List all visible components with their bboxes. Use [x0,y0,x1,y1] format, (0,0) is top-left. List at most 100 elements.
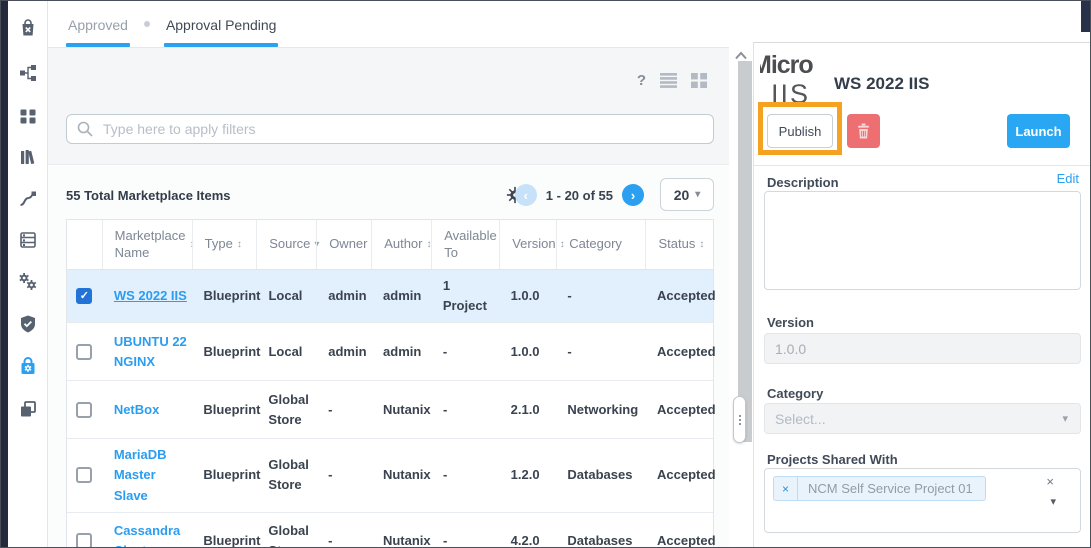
marketplace-item-link[interactable]: WS 2022 IIS [114,288,187,303]
table-row[interactable]: MariaDB Master Slave Blueprint Global St… [67,439,713,512]
grid-view-icon[interactable] [691,73,707,88]
version-field: 1.0.0 [764,333,1081,364]
prev-page-button[interactable]: ‹ [515,184,537,206]
row-checkbox[interactable] [76,344,92,360]
tab-approved-label: Approved [66,17,130,43]
filter-section: ? [48,48,729,165]
policy-shield-icon[interactable] [17,313,39,335]
marketplace-manager-lock-icon[interactable] [17,355,39,377]
cell-status: Accepted [645,525,713,548]
item-logo: Micro IIS [760,52,822,105]
cell-type: Blueprint [191,394,256,426]
panel-divider [754,165,1090,166]
cell-author: Nutanix [371,459,431,491]
header-marketplace-name[interactable]: Marketplace Name↕ [102,220,192,269]
tab-approval-pending-underline [164,43,279,47]
cell-available-to: - [431,394,499,426]
help-icon[interactable]: ? [637,72,646,89]
cell-category: - [555,336,645,368]
infrastructure-icon[interactable] [17,229,39,251]
marketplace-item-link[interactable]: NetBox [114,402,160,417]
sort-icon: ↕ [237,238,242,251]
header-author[interactable]: Author↕ [371,220,431,269]
marketplace-bag-icon[interactable] [17,17,39,39]
cell-status: Accepted [645,394,713,426]
cell-source: Local [256,280,316,312]
projects-multiselect[interactable]: × NCM Self Service Project 01 × ▾ [764,468,1081,533]
total-items-label: 55 Total Marketplace Items [66,188,231,203]
splitter-drag-handle[interactable] [733,396,746,443]
tab-approval-pending[interactable]: Approval Pending [164,0,279,47]
marketplace-manager-window: Approved Approval Pending ? [0,0,1091,548]
services-gears-icon[interactable] [17,271,39,293]
description-textarea[interactable] [764,191,1081,290]
trash-icon [856,123,871,139]
item-logo-text-1: Micro [760,52,822,79]
next-page-button[interactable]: › [622,184,644,206]
row-checkbox[interactable] [76,402,92,418]
library-icon[interactable] [17,146,39,168]
cell-type: Blueprint [191,280,256,312]
row-checkbox[interactable] [76,467,92,483]
header-source[interactable]: Source▾ [256,220,316,269]
topology-icon[interactable] [17,62,39,84]
header-version[interactable]: Version↕ [499,220,556,269]
header-checkbox-col [67,220,102,269]
scrollbar-track[interactable] [738,61,752,442]
projects-icon[interactable] [17,398,39,420]
row-checkbox[interactable] [76,533,92,548]
header-category: Category [556,220,645,269]
table-row[interactable]: Cassandra Cluster Blueprint Global Store… [67,513,713,548]
publish-button[interactable]: Publish [767,114,833,148]
search-input[interactable] [103,121,703,137]
apps-grid-icon[interactable] [17,105,39,127]
cell-available-to: - [431,459,499,491]
page-size-select[interactable]: 20 ▾ [660,178,714,211]
tab-approved[interactable]: Approved [66,0,130,47]
chevron-down-icon: ▾ [695,189,700,200]
delete-button[interactable] [847,114,880,148]
version-label: Version [767,315,814,330]
cell-owner: admin [316,336,371,368]
table-header-row: Marketplace Name↕ Type↕ Source▾ Owner Au… [67,220,713,270]
cell-category: Databases [555,459,645,491]
table-row[interactable]: NetBox Blueprint Global Store - Nutanix … [67,381,713,439]
item-title: WS 2022 IIS [834,74,929,94]
page-size-value: 20 [674,187,690,203]
cell-owner: - [316,459,371,491]
marketplace-item-link[interactable]: Cassandra Cluster [114,523,180,548]
header-status[interactable]: Status↕ [645,220,713,269]
left-edge-strip [1,1,8,547]
sort-icon: ↕ [699,238,704,251]
row-checkbox[interactable] [76,288,92,304]
remove-tag-icon[interactable]: × [774,477,798,500]
category-label: Category [767,386,823,401]
list-view-icon[interactable] [660,73,677,88]
workflow-icon[interactable] [17,188,39,210]
clear-all-icon[interactable]: × [1046,474,1054,489]
cell-category: - [555,280,645,312]
header-type[interactable]: Type↕ [192,220,257,269]
main-area: Approved Approval Pending ? [48,1,729,547]
launch-button[interactable]: Launch [1007,114,1070,148]
cell-status: Accepted [645,280,713,312]
marketplace-table: Marketplace Name↕ Type↕ Source▾ Owner Au… [66,219,714,548]
header-owner: Owner [316,220,371,269]
chevron-down-icon[interactable]: ▾ [1050,495,1056,508]
description-label: Description [767,175,839,190]
marketplace-item-link[interactable]: UBUNTU 22 NGINX [114,334,187,369]
table-row[interactable]: WS 2022 IIS Blueprint Local admin admin … [67,270,713,323]
search-icon [77,121,93,137]
cell-type: Blueprint [191,459,256,491]
cell-source: Local [256,336,316,368]
tab-approval-pending-label: Approval Pending [164,17,279,43]
cell-source: Global Store [256,515,316,548]
cell-author: admin [371,280,431,312]
edit-link[interactable]: Edit [1057,171,1079,186]
table-row[interactable]: UBUNTU 22 NGINX Blueprint Local admin ad… [67,323,713,381]
cell-version: 1.2.0 [499,459,556,491]
projects-shared-label: Projects Shared With [767,452,898,467]
detail-panel: Micro IIS WS 2022 IIS Publish Launch Des… [753,42,1090,547]
tab-approved-underline [66,43,130,47]
marketplace-item-link[interactable]: MariaDB Master Slave [114,447,167,502]
